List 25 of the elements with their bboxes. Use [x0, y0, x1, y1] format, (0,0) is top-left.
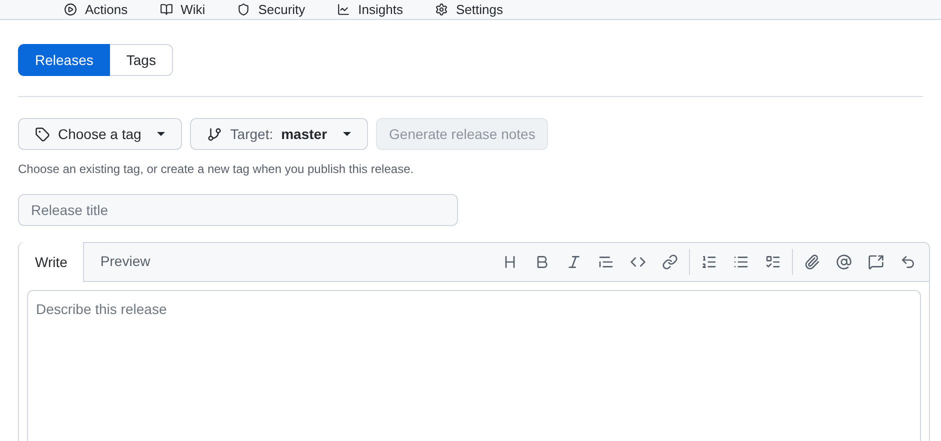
line-chart-icon	[337, 3, 350, 16]
release-description-field[interactable]: Describe this release	[27, 290, 921, 441]
caret-icon	[157, 132, 166, 136]
book-icon	[160, 3, 173, 16]
nav-tab[interactable]: Settings	[434, 3, 503, 16]
branch-icon	[207, 126, 222, 142]
nav-tab[interactable]: Wiki	[160, 3, 206, 16]
release-tab[interactable]: Tags	[110, 44, 173, 76]
target-label: Target:	[230, 124, 274, 144]
tag-hint-text: Choose an existing tag, or create a new tag when you publish this release.	[18, 161, 415, 178]
shield-icon	[237, 3, 250, 16]
release-title-field[interactable]: Release title	[18, 194, 458, 226]
target-branch-button[interactable]: Target: master	[190, 118, 368, 150]
nav-tab[interactable]: Insights	[337, 3, 403, 16]
nav-tab[interactable]: Actions	[64, 3, 128, 16]
caret-icon	[343, 132, 352, 136]
editor-tab[interactable]: Write	[19, 242, 84, 282]
release-tab[interactable]: Releases	[18, 44, 110, 76]
settings-icon	[434, 3, 448, 16]
editor-tab[interactable]: Preview	[84, 242, 166, 281]
tag-icon	[35, 126, 50, 142]
nav-tab[interactable]: Security	[237, 3, 306, 16]
target-value: master	[281, 124, 328, 144]
play-circle-icon	[64, 3, 77, 16]
choose-tag-button[interactable]: Choose a tag	[18, 118, 182, 150]
